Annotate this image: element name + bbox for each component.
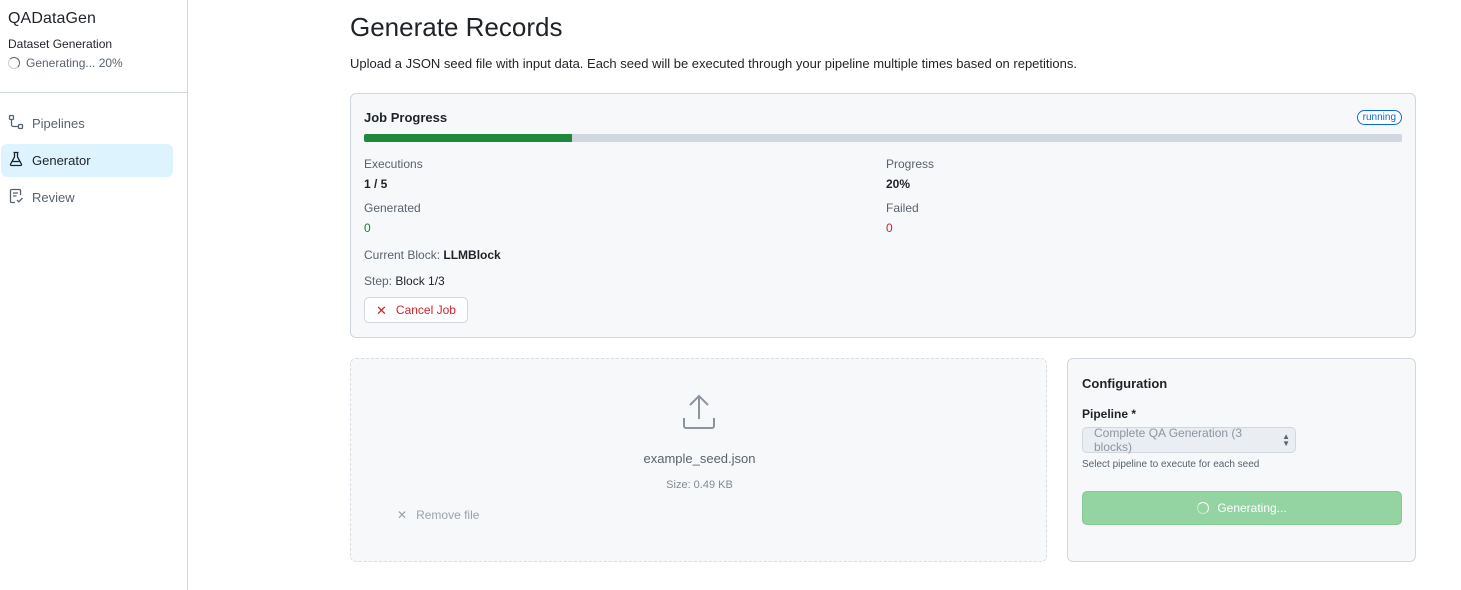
beaker-icon xyxy=(8,151,24,170)
sidebar-item-review[interactable]: Review xyxy=(1,181,173,214)
current-block-label: Current Block: xyxy=(364,248,441,262)
current-block: Current Block: LLMBlock xyxy=(364,248,501,262)
step-info: Step: Block 1/3 xyxy=(364,274,445,288)
pipeline-help-text: Select pipeline to execute for each seed xyxy=(1082,459,1260,470)
generated-value: 0 xyxy=(364,221,371,235)
cancel-job-label: Cancel Job xyxy=(395,303,456,317)
failed-value: 0 xyxy=(886,221,893,235)
pipeline-label: Pipeline * xyxy=(1082,407,1137,421)
spinner-icon xyxy=(1197,502,1210,514)
sidebar-item-label: Pipelines xyxy=(32,116,85,131)
spinner-icon xyxy=(8,57,20,69)
configuration-title: Configuration xyxy=(1082,376,1168,391)
step-value: Block 1/3 xyxy=(395,274,445,288)
sidebar-item-label: Review xyxy=(32,190,75,205)
upload-icon xyxy=(683,394,715,429)
file-size: Size: 0.49 KB xyxy=(666,479,733,491)
close-icon: ✕ xyxy=(376,302,387,318)
sidebar-item-pipelines[interactable]: Pipelines xyxy=(1,107,173,140)
sidebar-item-generator[interactable]: Generator xyxy=(1,144,173,177)
executions-label: Executions xyxy=(364,157,423,171)
generation-status-text: Generating... 20% xyxy=(26,56,123,70)
progress-label: Progress xyxy=(886,157,935,171)
sidebar-item-label: Generator xyxy=(32,153,91,168)
remove-file-label: Remove file xyxy=(416,508,480,522)
page-description: Upload a JSON seed file with input data.… xyxy=(350,56,1077,71)
step-label: Step: xyxy=(364,274,393,288)
job-progress-card: Job Progress running Executions 1 / 5 Pr… xyxy=(350,93,1416,338)
pipeline-select-value: Complete QA Generation (3 blocks) xyxy=(1094,426,1243,454)
progress-bar-fill xyxy=(364,134,572,142)
select-arrows-icon: ▲ ▼ xyxy=(1282,432,1290,448)
close-icon: ✕ xyxy=(397,508,408,522)
file-upload-dropzone[interactable]: example_seed.json Size: 0.49 KB ✕ Remove… xyxy=(350,358,1047,562)
app-title: QADataGen xyxy=(8,10,97,27)
job-progress-heading: Job Progress xyxy=(364,110,448,125)
executions-value: 1 / 5 xyxy=(364,177,388,191)
file-name: example_seed.json xyxy=(643,451,756,466)
sidebar-nav: Pipelines Generator Review xyxy=(0,93,187,214)
configuration-panel: Configuration Pipeline * Complete QA Gen… xyxy=(1067,358,1416,562)
current-block-value: LLMBlock xyxy=(443,248,501,262)
pipeline-icon xyxy=(8,114,24,133)
cancel-job-button[interactable]: ✕ Cancel Job xyxy=(364,297,468,323)
generate-button[interactable]: Generating... xyxy=(1082,491,1402,525)
sidebar: QADataGen Dataset Generation Generating.… xyxy=(0,0,188,590)
generate-button-label: Generating... xyxy=(1217,501,1287,515)
review-checklist-icon xyxy=(8,188,24,207)
remove-file-button[interactable]: ✕ Remove file xyxy=(397,508,479,522)
progress-value: 20% xyxy=(886,177,911,191)
failed-label: Failed xyxy=(886,201,919,215)
status-badge: running xyxy=(1356,110,1402,125)
generation-status: Generating... 20% xyxy=(8,56,179,70)
pipeline-select[interactable]: Complete QA Generation (3 blocks) ▲ ▼ xyxy=(1082,426,1296,454)
generated-label: Generated xyxy=(364,201,421,215)
page-title: Generate Records xyxy=(350,12,563,42)
app-subtitle: Dataset Generation xyxy=(8,37,113,51)
progress-bar xyxy=(364,134,1402,142)
brand-header: QADataGen Dataset Generation Generating.… xyxy=(0,0,187,93)
main-content: Generate Records Upload a JSON seed file… xyxy=(188,0,1461,590)
